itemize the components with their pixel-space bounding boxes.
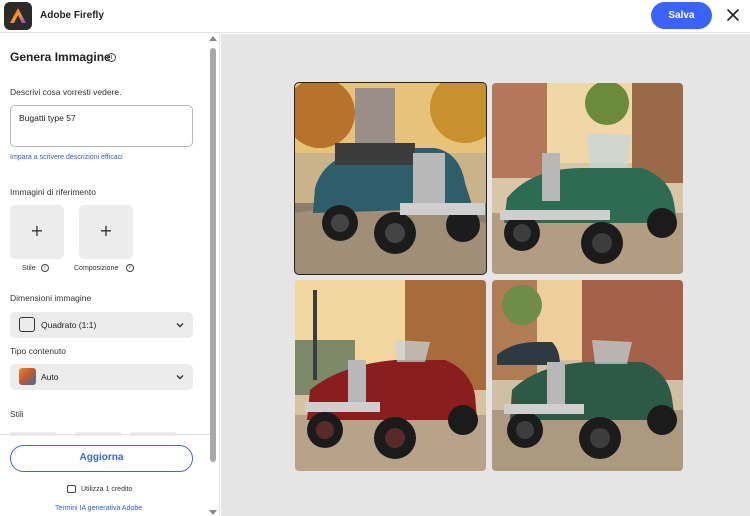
style-reference-button[interactable]: + [10, 205, 64, 259]
image-gallery [221, 34, 750, 516]
info-icon[interactable]: i [41, 264, 49, 272]
scroll-up-arrow-icon[interactable] [209, 36, 217, 41]
panel-title: Genera Immagine [10, 50, 111, 64]
scroll-down-arrow-icon[interactable] [209, 510, 217, 515]
close-icon[interactable] [725, 7, 741, 23]
dimensions-value: Quadrato (1:1) [41, 320, 97, 330]
composition-reference-label: Composizione [74, 265, 119, 272]
settings-sidebar: Genera Immagine i Descrivi cosa vorresti… [0, 34, 220, 516]
square-aspect-icon [19, 317, 35, 332]
plus-icon: + [99, 221, 113, 240]
info-icon[interactable]: i [107, 53, 116, 62]
terms-link[interactable]: Termini IA generativa Adobe [55, 505, 142, 512]
reference-images-label: Immagini di riferimento [10, 187, 96, 197]
credit-icon [67, 485, 76, 493]
dimensions-dropdown[interactable]: Quadrato (1:1) [10, 312, 193, 338]
adobe-firefly-logo-icon[interactable] [4, 2, 32, 30]
update-button[interactable]: Aggiorna [10, 445, 193, 472]
prompt-value[interactable]: Bugatti type 57 [19, 113, 76, 123]
app-title: Adobe Firefly [40, 10, 104, 21]
generated-image-3[interactable] [295, 280, 486, 471]
generated-image-1[interactable] [294, 82, 487, 275]
learn-prompts-link[interactable]: Impara a scrivere descrizioni efficaci [10, 154, 123, 161]
styles-label: Stili [10, 409, 24, 419]
save-button[interactable]: Salva [651, 2, 712, 29]
sidebar-scrollbar[interactable] [208, 36, 217, 516]
app-header: Adobe Firefly Salva [0, 0, 750, 33]
prompt-label: Descrivi cosa vorresti vedere. [10, 87, 122, 97]
prompt-input[interactable]: Bugatti type 57 [10, 105, 193, 147]
composition-reference-button[interactable]: + [79, 205, 133, 259]
chevron-down-icon [176, 323, 184, 328]
credits-text: Utilizza 1 credito [81, 486, 133, 493]
scroll-thumb[interactable] [210, 48, 216, 462]
content-type-value: Auto [41, 372, 59, 382]
plus-icon: + [30, 221, 44, 240]
content-type-label: Tipo contenuto [10, 346, 66, 356]
divider [0, 434, 210, 435]
style-reference-label: Stile [22, 265, 36, 272]
content-type-dropdown[interactable]: Auto [10, 364, 193, 390]
chevron-down-icon [176, 375, 184, 380]
info-icon[interactable]: i [126, 264, 134, 272]
generated-image-4[interactable] [492, 280, 683, 471]
auto-content-thumbnail-icon [19, 368, 36, 385]
generated-image-2[interactable] [492, 83, 683, 274]
dimensions-label: Dimensioni immagine [10, 293, 92, 303]
